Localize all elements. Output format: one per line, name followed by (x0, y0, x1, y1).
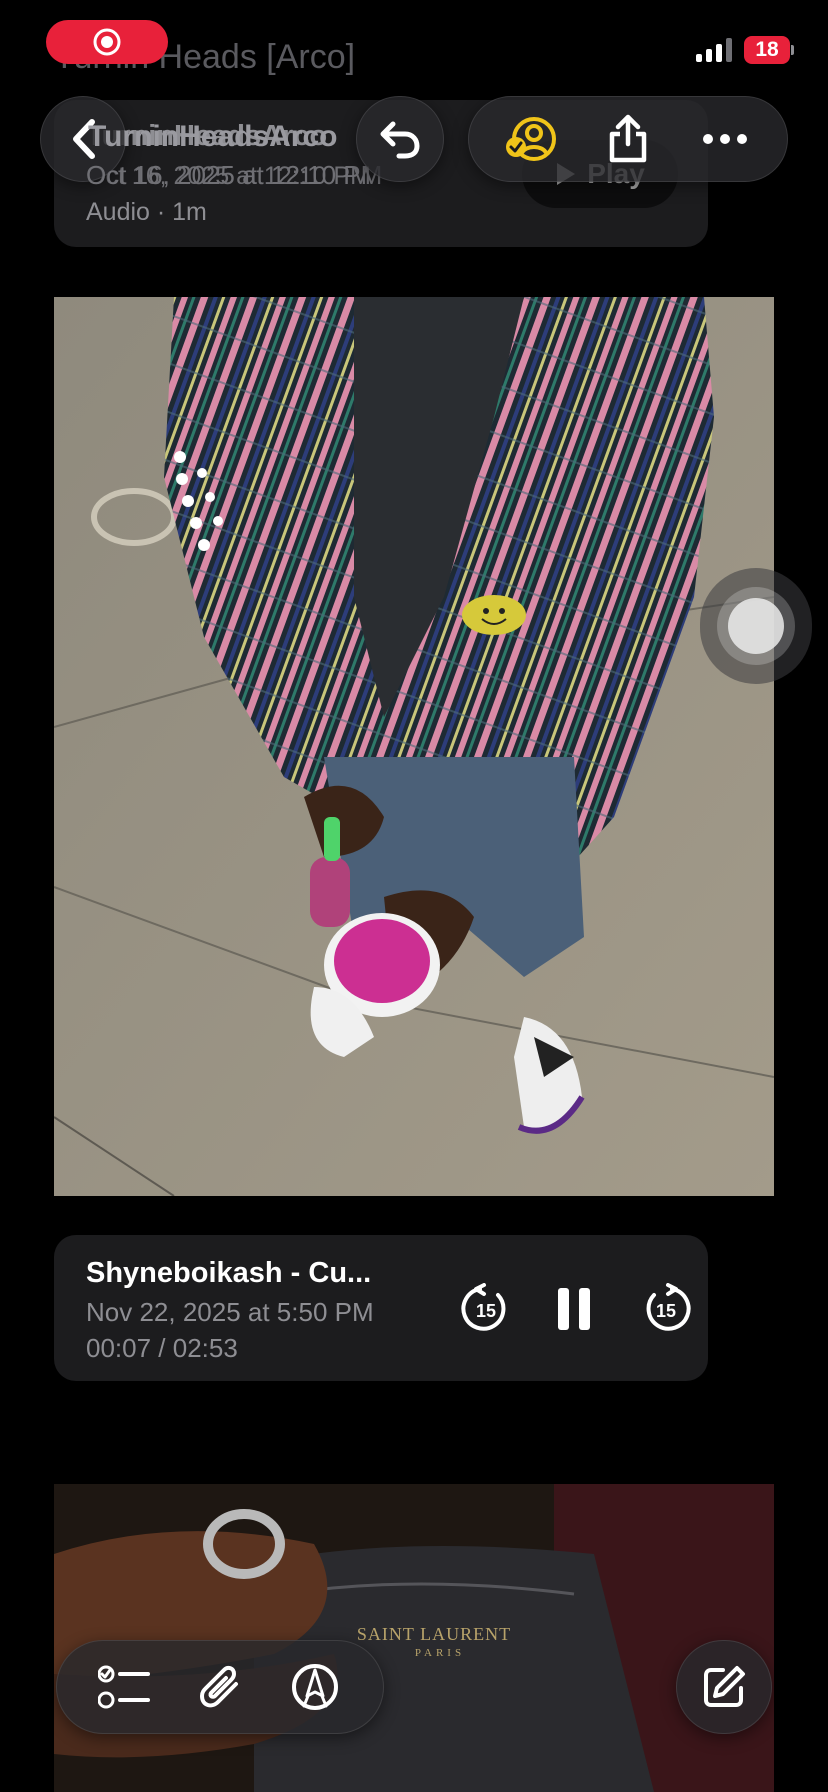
note-photo-outfit[interactable] (54, 297, 774, 1196)
undo-button[interactable] (356, 96, 444, 182)
screen-recording-indicator[interactable] (46, 20, 168, 64)
audio-player-progress: 00:07 / 02:53 (86, 1333, 238, 1363)
ellipsis-icon (702, 134, 747, 144)
note-photo-bag[interactable]: SAINT LAURENT PARIS (54, 1484, 774, 1792)
person-check-icon (506, 117, 557, 161)
share-button[interactable] (598, 109, 658, 169)
toolbar-overlay-date: Oct 16, 2025 at 12:10 PM (86, 160, 383, 190)
battery-icon: 18 (744, 36, 794, 64)
share-icon (609, 114, 647, 163)
collaborate-button[interactable] (501, 109, 561, 169)
bag-brand-text: SAINT LAURENT (357, 1624, 511, 1644)
assistive-touch-button[interactable] (700, 568, 812, 684)
skip-back-icon: 15 (461, 1283, 506, 1331)
compose-icon (704, 1666, 745, 1707)
more-button[interactable] (695, 109, 755, 169)
cellular-signal-icon (696, 38, 732, 62)
paperclip-icon (199, 1665, 238, 1708)
checklist-button[interactable] (93, 1655, 157, 1719)
undo-icon (380, 121, 420, 159)
skip-back-seconds: 15 (476, 1301, 496, 1321)
attachment-button[interactable] (188, 1655, 252, 1719)
photo-bag-image: SAINT LAURENT PARIS (54, 1484, 774, 1792)
skip-forward-icon: 15 (646, 1283, 691, 1331)
bottom-toolbar-group (56, 1640, 384, 1734)
record-icon (93, 28, 121, 56)
toolbar-right-group (468, 96, 788, 182)
skip-forward-15-button[interactable]: 15 (634, 1277, 698, 1341)
skip-back-15-button[interactable]: 15 (454, 1277, 518, 1341)
audio-player-date: Nov 22, 2025 at 5:50 PM (86, 1297, 374, 1327)
audio-meta: Audio · 1m (86, 198, 207, 226)
pause-icon (558, 1288, 590, 1330)
skip-forward-seconds: 15 (656, 1301, 676, 1321)
audio-player-title: Shyneboikash - Cu... (86, 1257, 372, 1289)
audio-player-card[interactable]: Shyneboikash - Cu... Nov 22, 2025 at 5:5… (54, 1235, 708, 1381)
bag-city-text: PARIS (415, 1647, 465, 1659)
toolbar-overlay-title: TurninHeadsArco (88, 120, 338, 153)
pause-button[interactable] (542, 1277, 606, 1341)
pen-circle-icon (292, 1664, 339, 1710)
compose-button[interactable] (676, 1640, 772, 1734)
battery-level: 18 (744, 36, 790, 64)
checklist-icon (97, 1665, 150, 1709)
markup-button[interactable] (283, 1655, 347, 1719)
photo-outfit-image (54, 297, 774, 1196)
status-bar-right: 18 (696, 30, 828, 70)
